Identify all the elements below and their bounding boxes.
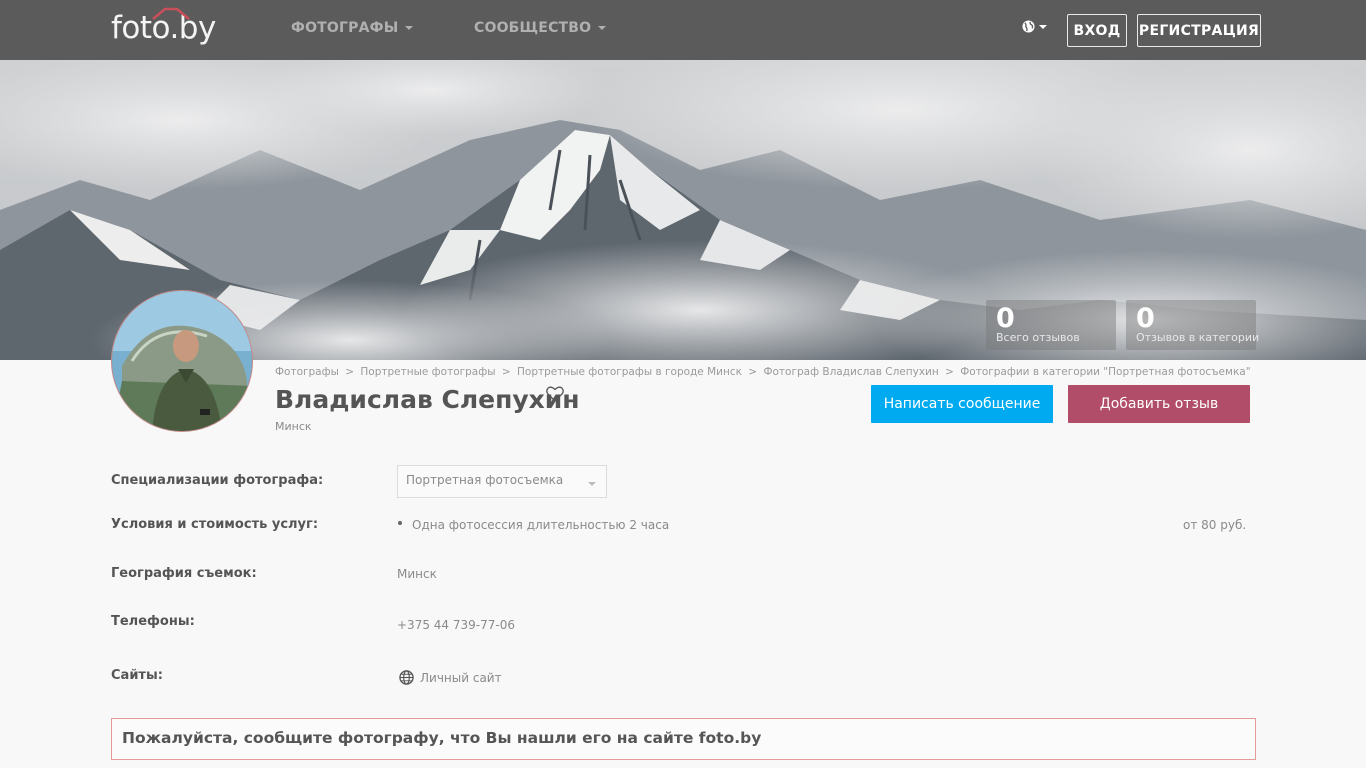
photographer-name: Владислав Слепухин: [275, 385, 580, 414]
total-reviews-label: Всего отзывов: [996, 331, 1080, 344]
breadcrumb-item[interactable]: Фотограф Владислав Слепухин: [763, 366, 938, 378]
add-review-button[interactable]: Добавить отзыв: [1068, 385, 1250, 423]
category-reviews-stat: 0 Отзывов в категории: [1126, 300, 1260, 350]
favorite-heart-icon[interactable]: [546, 386, 564, 402]
specialization-select[interactable]: Портретная фотосъемка: [397, 465, 607, 498]
breadcrumb-separator: >: [345, 366, 355, 378]
service-item: Одна фотосессия длительностью 2 часа: [412, 518, 670, 532]
send-message-button[interactable]: Написать сообщение: [871, 385, 1053, 423]
sites-label: Сайты:: [111, 668, 163, 683]
breadcrumb: Фотографы > Портретные фотографы > Портр…: [275, 366, 1251, 378]
phone-value[interactable]: +375 44 739-77-06: [397, 618, 515, 632]
chevron-down-icon: [405, 26, 414, 30]
globe-icon: [399, 670, 414, 685]
nav-photographers[interactable]: ФОТОГРАФЫ: [291, 20, 414, 36]
chevron-down-icon: [598, 26, 607, 30]
geography-label: География съемок:: [111, 566, 257, 581]
services-label: Условия и стоимость услуг:: [111, 517, 319, 532]
photographer-city: Минск: [275, 420, 312, 433]
breadcrumb-item[interactable]: Портретные фотографы: [360, 366, 495, 378]
total-reviews-stat: 0 Всего отзывов: [986, 300, 1116, 350]
site-logo[interactable]: foto.by: [111, 6, 216, 50]
breadcrumb-item[interactable]: Портретные фотографы в городе Минск: [517, 366, 742, 378]
geography-value: Минск: [397, 567, 437, 581]
nav-community[interactable]: СООБЩЕСТВО: [474, 20, 607, 36]
chevron-down-icon: [588, 482, 596, 486]
breadcrumb-separator: >: [945, 366, 954, 378]
personal-site-link[interactable]: Личный сайт: [399, 670, 502, 685]
service-price: от 80 руб.: [1183, 518, 1247, 532]
specialization-label: Специализации фотографа:: [111, 473, 324, 488]
logo-roof-icon: [152, 7, 190, 20]
avatar[interactable]: [111, 290, 253, 432]
phones-label: Телефоны:: [111, 614, 195, 629]
breadcrumb-separator: >: [501, 366, 511, 378]
nav-community-label: СООБЩЕСТВО: [474, 20, 592, 36]
breadcrumb-separator: >: [748, 366, 758, 378]
globe-icon: [1022, 20, 1035, 33]
register-button[interactable]: РЕГИСТРАЦИЯ: [1137, 14, 1261, 47]
language-selector[interactable]: [1022, 20, 1047, 33]
breadcrumb-item-current: Фотографии в категории "Портретная фотос…: [960, 366, 1251, 378]
chevron-down-icon: [1039, 24, 1047, 29]
login-button[interactable]: ВХОД: [1067, 14, 1127, 47]
top-navbar: foto.by ФОТОГРАФЫ СООБЩЕСТВО ВХОД РЕГИСТ…: [0, 0, 1366, 60]
nav-photographers-label: ФОТОГРАФЫ: [291, 20, 399, 36]
notice-box: Пожалуйста, сообщите фотографу, что Вы н…: [111, 718, 1256, 760]
specialization-selected-value: Портретная фотосъемка: [406, 473, 564, 487]
breadcrumb-item[interactable]: Фотографы: [275, 366, 339, 378]
personal-site-label: Личный сайт: [420, 670, 502, 685]
bullet-icon: [398, 521, 402, 525]
category-reviews-label: Отзывов в категории: [1136, 331, 1260, 344]
photographer-avatar-image: [112, 291, 252, 431]
